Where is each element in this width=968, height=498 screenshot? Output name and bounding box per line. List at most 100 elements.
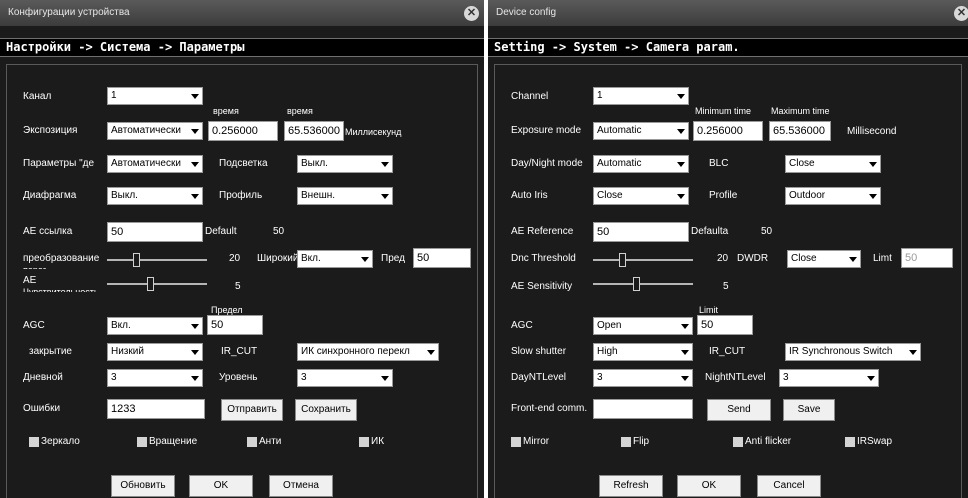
flip-label: Вращение (149, 436, 198, 447)
dwdr-select[interactable]: Close (787, 250, 861, 268)
agc-select[interactable]: Open (593, 317, 693, 335)
blc-select[interactable]: Выкл. (297, 155, 393, 173)
save-button[interactable]: Сохранить (295, 399, 357, 421)
window-title: Конфигурации устройства (0, 0, 484, 26)
ae-reference-input[interactable]: 50 (107, 222, 203, 242)
anti-flicker-checkbox[interactable] (247, 437, 257, 447)
ok-button[interactable]: OK (677, 475, 741, 497)
ae-sensitivity-slider[interactable] (593, 275, 693, 293)
dwdr-select[interactable]: Вкл. (297, 250, 373, 268)
cancel-button[interactable]: Отмена (269, 475, 333, 497)
agc-label: AGC (511, 320, 533, 331)
chevron-down-icon (681, 376, 689, 381)
anti-flicker-checkbox[interactable] (733, 437, 743, 447)
limit-input[interactable]: 50 (901, 248, 953, 268)
chevron-down-icon (361, 257, 369, 262)
profile-select[interactable]: Outdoor (785, 187, 881, 205)
blc-label: BLC (709, 158, 729, 169)
day-nt-level-label: Дневной (23, 372, 63, 383)
limit-input[interactable]: 50 (413, 248, 471, 268)
chevron-down-icon (191, 162, 199, 167)
chevron-down-icon (681, 324, 689, 329)
profile-select[interactable]: Внешн. (297, 187, 393, 205)
limit-label: Пред (381, 253, 405, 264)
device-config-window-en: Device config ✕ Setting -> System -> Cam… (488, 0, 968, 498)
slider-thumb[interactable] (147, 277, 154, 291)
flip-checkbox[interactable] (137, 437, 147, 447)
ok-button[interactable]: OK (189, 475, 253, 497)
slow-shutter-select[interactable]: Низкий (107, 343, 203, 361)
flip-label: Flip (633, 436, 650, 447)
save-button[interactable]: Save (783, 399, 835, 421)
mirror-checkbox[interactable] (29, 437, 39, 447)
day-night-label: Day/Night mode (511, 158, 583, 169)
slider-thumb[interactable] (619, 253, 626, 267)
min-time-input[interactable]: 0.256000 (208, 121, 278, 141)
day-night-select[interactable]: Automatic (593, 155, 689, 173)
front-end-comm-input[interactable]: 1233 (107, 399, 205, 419)
refresh-button[interactable]: Refresh (599, 475, 663, 497)
day-night-select[interactable]: Автоматически (107, 155, 203, 173)
max-time-input[interactable]: 65.536000 (284, 121, 344, 141)
ae-sensitivity-value: 5 (235, 281, 241, 292)
slider-thumb[interactable] (133, 253, 140, 267)
chevron-down-icon (869, 194, 877, 199)
exposure-mode-select[interactable]: Automatic (593, 122, 689, 140)
ir-swap-checkbox[interactable] (359, 437, 369, 447)
anti-flicker-label: Анти (259, 436, 282, 447)
day-nt-level-select[interactable]: 3 (107, 369, 203, 387)
mirror-checkbox[interactable] (511, 437, 521, 447)
default-label: Default (205, 226, 237, 237)
ir-cut-select[interactable]: ИК синхронного перекл (297, 343, 439, 361)
front-end-comm-label: Ошибки (23, 403, 61, 414)
chevron-down-icon (381, 194, 389, 199)
min-time-input[interactable]: 0.256000 (693, 121, 763, 141)
max-time-header: Maximum time (771, 106, 830, 116)
ae-sensitivity-slider[interactable] (107, 275, 207, 293)
night-nt-level-select[interactable]: 3 (779, 369, 879, 387)
front-end-comm-label: Front-end comm. (511, 403, 588, 414)
slider-thumb[interactable] (633, 277, 640, 291)
chevron-down-icon (191, 324, 199, 329)
dnc-threshold-slider[interactable] (593, 251, 693, 269)
send-button[interactable]: Send (707, 399, 771, 421)
slow-shutter-select[interactable]: High (593, 343, 693, 361)
refresh-button[interactable]: Обновить (111, 475, 175, 497)
agc-label: AGC (23, 320, 45, 331)
iris-select[interactable]: Выкл. (107, 187, 203, 205)
dnc-threshold-label: преобразование (23, 253, 100, 264)
slow-shutter-label: Slow shutter (511, 346, 567, 357)
front-end-comm-input[interactable] (593, 399, 693, 419)
blc-select[interactable]: Close (785, 155, 881, 173)
flip-checkbox[interactable] (621, 437, 631, 447)
dwdr-label: DWDR (737, 253, 769, 264)
channel-select[interactable]: 1 (593, 87, 689, 105)
breadcrumb: Setting -> System -> Camera param. (488, 38, 968, 57)
night-nt-level-label: Уровень (219, 372, 258, 383)
dnc-threshold-slider[interactable] (107, 251, 207, 269)
iris-label: Диафрагма (23, 190, 77, 201)
agc-limit-input[interactable]: 50 (207, 315, 263, 335)
agc-limit-input[interactable]: 50 (697, 315, 753, 335)
send-button[interactable]: Отправить (221, 399, 283, 421)
close-icon[interactable]: ✕ (954, 6, 968, 21)
chevron-down-icon (381, 376, 389, 381)
exposure-mode-select[interactable]: Автоматически (107, 122, 203, 140)
channel-select[interactable]: 1 (107, 87, 203, 105)
ir-cut-select[interactable]: IR Synchronous Switch (785, 343, 921, 361)
ir-swap-checkbox[interactable] (845, 437, 855, 447)
chevron-down-icon (191, 350, 199, 355)
max-time-input[interactable]: 65.536000 (769, 121, 831, 141)
cancel-button[interactable]: Cancel (757, 475, 821, 497)
chevron-down-icon (191, 194, 199, 199)
iris-select[interactable]: Close (593, 187, 689, 205)
breadcrumb: Настройки -> Система -> Параметры (0, 38, 484, 57)
settings-form: Channel 1 Minimum time Maximum time Expo… (494, 64, 962, 498)
agc-select[interactable]: Вкл. (107, 317, 203, 335)
chevron-down-icon (869, 162, 877, 167)
max-time-header: время (287, 106, 313, 116)
day-nt-level-select[interactable]: 3 (593, 369, 693, 387)
night-nt-level-select[interactable]: 3 (297, 369, 393, 387)
close-icon[interactable]: ✕ (464, 6, 479, 21)
ae-reference-input[interactable]: 50 (593, 222, 689, 242)
